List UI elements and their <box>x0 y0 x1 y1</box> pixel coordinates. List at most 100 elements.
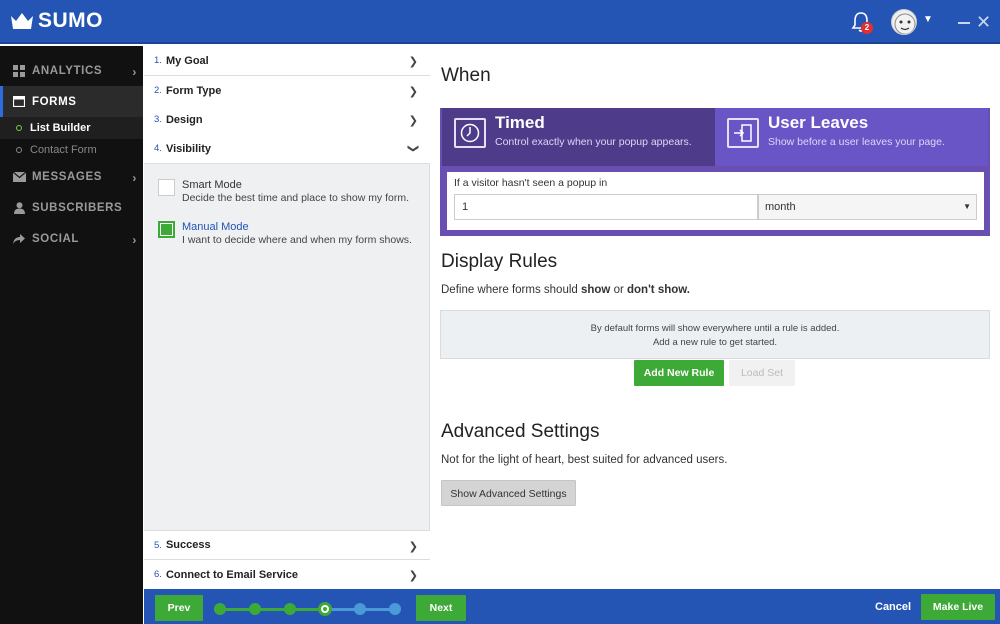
display-rules-show: show <box>580 284 611 296</box>
chevron-right-icon: ❯ <box>408 570 418 582</box>
progress-step[interactable] <box>389 603 401 615</box>
chevron-down-icon[interactable]: ▼ <box>923 14 933 25</box>
sidebar-item-label: MESSAGES <box>32 170 102 183</box>
step-number: 6. <box>154 569 162 580</box>
step-number: 1. <box>154 55 162 66</box>
display-rules-title: Display Rules <box>441 251 558 272</box>
step-label: Success <box>165 539 211 551</box>
step-form-type[interactable]: 2. Form Type ❯ <box>144 76 430 106</box>
sidebar-item-analytics[interactable]: ANALYTICS › <box>0 55 143 86</box>
cancel-button[interactable]: Cancel <box>875 601 911 613</box>
period-select-value: month <box>765 201 796 213</box>
sidebar-item-subscribers[interactable]: SUBSCRIBERS <box>0 192 143 223</box>
visitor-frequency-input[interactable]: 1 <box>454 194 758 220</box>
sidebar-subitem-label: List Builder <box>30 122 91 134</box>
tab-description: Control exactly when your popup appears. <box>495 136 692 148</box>
progress-step[interactable] <box>249 603 261 615</box>
advanced-settings-title: Advanced Settings <box>441 421 600 442</box>
chevron-right-icon: ❯ <box>408 541 418 553</box>
crown-icon <box>11 13 33 29</box>
prev-button[interactable]: Prev <box>155 595 203 621</box>
show-advanced-settings-button[interactable]: Show Advanced Settings <box>441 480 576 506</box>
when-panel: Timed Control exactly when your popup ap… <box>440 108 990 236</box>
main-content: When Timed Control exactly when your pop… <box>431 46 1000 589</box>
progress-step[interactable] <box>214 603 226 615</box>
sidebar-subitem-label: Contact Form <box>30 144 97 156</box>
step-success[interactable]: 5. Success ❯ <box>144 530 430 560</box>
chevron-down-icon: ▼ <box>963 202 971 211</box>
step-my-goal[interactable]: 1. My Goal ❯ <box>144 46 430 76</box>
tab-description: Show before a user leaves your page. <box>768 136 945 148</box>
sidebar: ANALYTICS › FORMS List Builder Contact F… <box>0 46 143 624</box>
advanced-settings-description: Not for the light of heart, best suited … <box>441 454 728 466</box>
step-visibility[interactable]: 4. Visibility ❯ <box>144 134 430 164</box>
step-connect-email[interactable]: 6. Connect to Email Service ❯ <box>144 560 430 590</box>
display-rules-text: Define where forms should <box>441 284 581 296</box>
sidebar-item-label: SUBSCRIBERS <box>32 201 123 214</box>
manual-mode-option[interactable]: Manual Mode I want to decide where and w… <box>158 220 412 247</box>
smart-mode-option[interactable]: Smart Mode Decide the best time and plac… <box>158 178 409 205</box>
step-label: Design <box>165 113 203 126</box>
steps-panel: 1. My Goal ❯ 2. Form Type ❯ 3. Design ❯ … <box>144 46 430 590</box>
progress-step[interactable] <box>354 603 366 615</box>
visitor-frequency-label: If a visitor hasn't seen a popup in <box>454 177 608 189</box>
smart-mode-checkbox[interactable] <box>158 179 175 196</box>
progress-step[interactable] <box>284 603 296 615</box>
step-label: Connect to Email Service <box>165 568 298 581</box>
sidebar-item-label: ANALYTICS <box>32 64 103 77</box>
display-rules-or: or <box>610 284 627 296</box>
period-select[interactable]: month ▼ <box>758 194 977 220</box>
envelope-icon <box>12 170 26 184</box>
rules-empty-line: Add a new rule to get started. <box>652 337 778 348</box>
next-button[interactable]: Next <box>416 595 466 621</box>
step-label: Form Type <box>165 84 222 97</box>
progress-line-done <box>214 608 324 611</box>
notification-badge: 2 <box>861 22 873 34</box>
step-design[interactable]: 3. Design ❯ <box>144 105 430 135</box>
rules-empty-state: By default forms will show everywhere un… <box>440 310 990 359</box>
sidebar-subitem-list-builder[interactable]: List Builder <box>0 117 143 139</box>
exit-door-icon <box>727 118 759 148</box>
load-set-button[interactable]: Load Set <box>729 360 795 386</box>
bottom-bar: Prev Next Cancel Make Live <box>144 589 1000 624</box>
close-icon[interactable]: ✕ <box>976 13 991 31</box>
tab-timed[interactable]: Timed Control exactly when your popup ap… <box>442 108 715 166</box>
chevron-right-icon: ❯ <box>408 86 418 98</box>
option-description: Decide the best time and place to show m… <box>182 192 410 204</box>
sidebar-item-forms[interactable]: FORMS <box>0 86 143 117</box>
rules-empty-line: By default forms will show everywhere un… <box>590 323 840 334</box>
add-new-rule-button[interactable]: Add New Rule <box>634 360 724 386</box>
sidebar-item-messages[interactable]: MESSAGES › <box>0 161 143 192</box>
minimize-icon[interactable] <box>958 22 970 24</box>
chevron-right-icon: ❯ <box>408 115 418 127</box>
step-number: 2. <box>154 85 162 96</box>
window-icon <box>12 95 26 109</box>
user-icon <box>12 201 26 215</box>
chevron-right-icon: › <box>132 65 137 79</box>
sidebar-item-social[interactable]: SOCIAL › <box>0 223 143 254</box>
sidebar-item-label: SOCIAL <box>32 232 80 245</box>
option-description: I want to decide where and when my form … <box>182 234 412 246</box>
clock-icon <box>454 118 486 148</box>
bullet-icon <box>16 147 22 153</box>
step-number: 3. <box>154 114 162 125</box>
dashboard-icon <box>12 64 26 78</box>
chevron-down-icon: ❯ <box>406 143 419 154</box>
avatar-face-icon <box>894 13 916 34</box>
tab-user-leaves[interactable]: User Leaves Show before a user leaves yo… <box>715 108 988 166</box>
sidebar-item-label: FORMS <box>32 95 77 108</box>
chevron-right-icon: › <box>132 171 137 185</box>
logo-text: SUMO <box>38 9 103 32</box>
visitor-frequency-box: If a visitor hasn't seen a popup in 1 mo… <box>447 172 984 230</box>
sidebar-subitem-contact-form[interactable]: Contact Form <box>0 139 143 161</box>
sumo-logo[interactable]: SUMO <box>10 9 103 33</box>
manual-mode-checkbox[interactable] <box>158 221 175 238</box>
option-title: Smart Mode <box>182 179 242 191</box>
make-live-button[interactable]: Make Live <box>921 594 995 620</box>
step-label: My Goal <box>165 54 209 67</box>
step-number: 5. <box>154 539 162 551</box>
top-header: SUMO 2 ▼ ✕ <box>0 0 1000 44</box>
avatar[interactable] <box>891 9 917 35</box>
option-title: Manual Mode <box>182 221 249 233</box>
progress-step-current[interactable] <box>318 602 332 616</box>
